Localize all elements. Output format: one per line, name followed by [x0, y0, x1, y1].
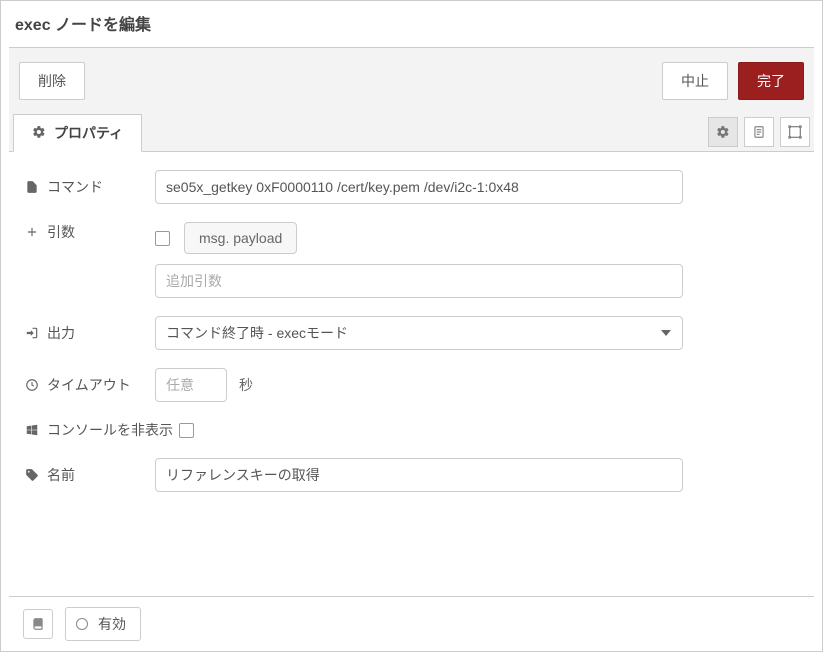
command-input[interactable] [155, 170, 683, 204]
label-timeout: タイムアウト [25, 375, 149, 395]
label-command-text: コマンド [47, 177, 103, 197]
name-input[interactable] [155, 458, 683, 492]
action-toolbar: 削除 中止 完了 [9, 48, 814, 114]
done-button[interactable]: 完了 [738, 62, 804, 100]
delete-button[interactable]: 削除 [19, 62, 85, 100]
extra-args-input[interactable] [155, 264, 683, 298]
timeout-input[interactable] [155, 368, 227, 402]
label-append-text: 引数 [47, 222, 75, 242]
label-append: 引数 [25, 222, 149, 242]
arrow-right-icon [25, 326, 39, 340]
label-command: コマンド [25, 177, 149, 197]
label-timeout-text: タイムアウト [47, 375, 131, 395]
expand-icon [787, 124, 803, 140]
label-name: 名前 [25, 465, 149, 485]
file-icon [25, 180, 39, 194]
enabled-label: 有効 [98, 614, 126, 634]
gear-icon [716, 125, 730, 139]
panel-title: exec ノードを編集 [9, 1, 814, 48]
help-button[interactable] [23, 609, 53, 639]
timeout-unit: 秒 [233, 375, 253, 395]
windows-icon [25, 423, 39, 437]
properties-form: コマンド 引数 msg. payload 出力 [9, 152, 814, 596]
enabled-toggle[interactable]: 有効 [65, 607, 141, 641]
label-output-text: 出力 [47, 323, 75, 343]
tab-properties-label: プロパティ [54, 123, 123, 143]
msg-payload-pill: msg. payload [184, 222, 297, 254]
label-name-text: 名前 [47, 465, 75, 485]
tab-properties[interactable]: プロパティ [13, 114, 142, 152]
append-payload-checkbox[interactable] [155, 231, 170, 246]
label-output: 出力 [25, 323, 149, 343]
label-hideconsole-text: コンソールを非表示 [47, 420, 173, 440]
document-icon [752, 125, 766, 139]
tag-icon [25, 468, 39, 482]
plus-icon [25, 225, 39, 239]
book-icon [31, 617, 45, 631]
appearance-tab-button[interactable] [780, 117, 810, 147]
tab-strip: プロパティ [9, 114, 814, 152]
label-hideconsole: コンソールを非表示 [25, 420, 173, 440]
footer: 有効 [9, 596, 814, 651]
description-tab-button[interactable] [744, 117, 774, 147]
hideconsole-checkbox[interactable] [179, 423, 194, 438]
gear-icon [32, 125, 46, 142]
clock-icon [25, 378, 39, 392]
output-select[interactable]: コマンド終了時 - execモード [155, 316, 683, 350]
circle-icon [76, 618, 88, 630]
settings-tab-button[interactable] [708, 117, 738, 147]
cancel-button[interactable]: 中止 [662, 62, 728, 100]
